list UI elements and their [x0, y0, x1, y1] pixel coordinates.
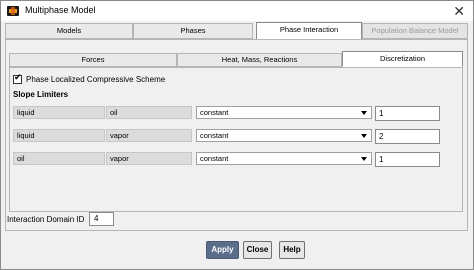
dropdown-arrow-icon	[361, 134, 367, 138]
dropdown-arrow-icon	[361, 111, 367, 115]
close-button[interactable]: Close	[243, 241, 272, 259]
row1-phase1-field: liquid	[13, 106, 105, 119]
row3-value-input[interactable]: 1	[375, 152, 440, 167]
sub-tab-bar: Forces Heat, Mass, Reactions Discretizat…	[9, 51, 463, 67]
window-title: Multiphase Model	[25, 5, 96, 15]
row1-value-input[interactable]: 1	[375, 106, 440, 121]
row3-method-value: constant	[200, 154, 229, 163]
row1-method-select[interactable]: constant	[196, 106, 372, 119]
tab-phase-interaction[interactable]: Phase Interaction	[256, 22, 362, 40]
help-button[interactable]: Help	[279, 241, 305, 259]
row2-method-select[interactable]: constant	[196, 129, 372, 142]
fluent-app-icon	[7, 6, 19, 16]
interaction-domain-label: Interaction Domain ID	[7, 215, 85, 224]
row1-method-value: constant	[200, 108, 229, 117]
compressive-scheme-checkbox[interactable]	[13, 73, 22, 84]
tab-population-balance-model: Population Balance Model	[362, 23, 468, 39]
main-tab-bar: Models Phases Phase Interaction Populati…	[5, 22, 468, 40]
row3-phase2-field: vapor	[106, 152, 192, 165]
subtab-forces[interactable]: Forces	[9, 53, 177, 67]
slope-limiters-heading: Slope Limiters	[13, 90, 69, 99]
subtab-heat-mass-reactions[interactable]: Heat, Mass, Reactions	[177, 53, 342, 67]
row2-method-value: constant	[200, 131, 229, 140]
row2-value-input[interactable]: 2	[375, 129, 440, 144]
tab-phases[interactable]: Phases	[133, 23, 253, 39]
row2-phase1-field: liquid	[13, 129, 105, 142]
apply-button[interactable]: Apply	[206, 241, 239, 259]
row3-phase1-field: oil	[13, 152, 105, 165]
dropdown-arrow-icon	[361, 157, 367, 161]
close-window-icon[interactable]: ✕	[453, 3, 465, 19]
row2-phase2-field: vapor	[106, 129, 192, 142]
title-bar: Multiphase Model ✕	[1, 1, 473, 21]
subtab-discretization[interactable]: Discretization	[342, 51, 463, 67]
interaction-domain-input[interactable]: 4	[89, 212, 114, 226]
tab-models[interactable]: Models	[5, 23, 133, 39]
compressive-scheme-label: Phase Localized Compressive Scheme	[26, 75, 166, 84]
row1-phase2-field: oil	[106, 106, 192, 119]
row3-method-select[interactable]: constant	[196, 152, 372, 165]
